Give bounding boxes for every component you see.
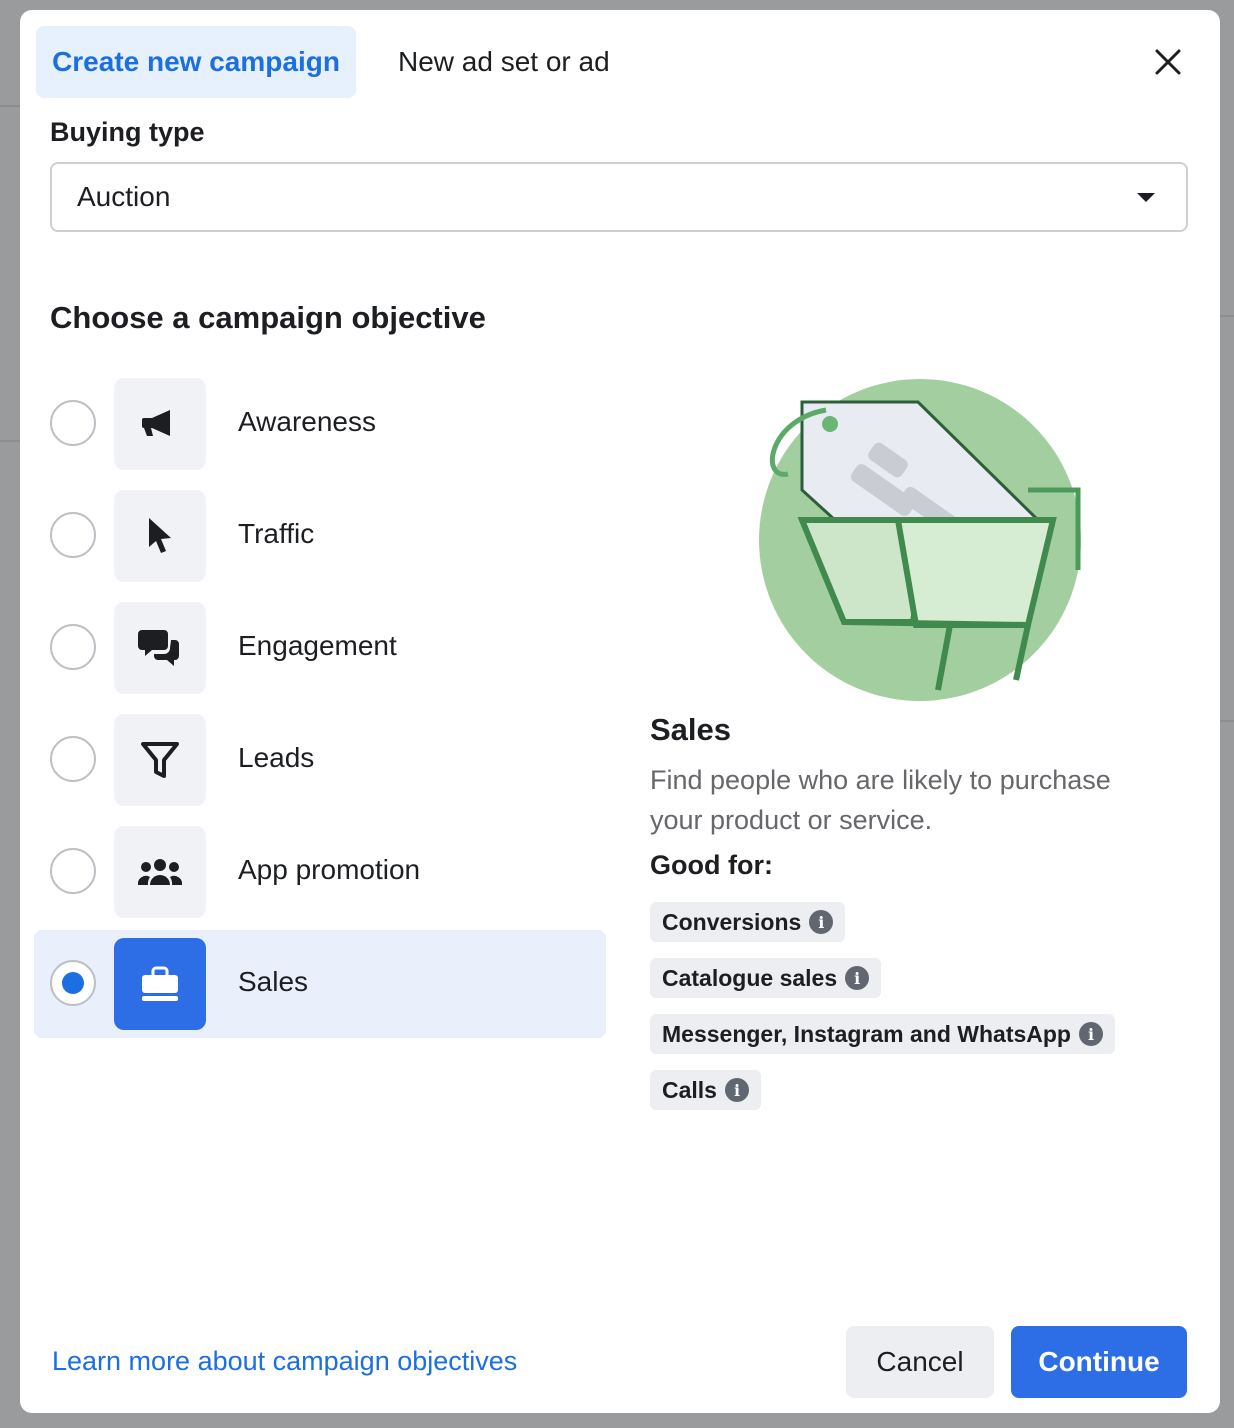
radio-engagement[interactable] — [50, 624, 96, 670]
info-icon[interactable]: i — [724, 1078, 749, 1102]
tab-new-ad-set-or-ad[interactable]: New ad set or ad — [380, 26, 638, 98]
good-for-label: Good for: — [650, 850, 773, 880]
info-icon[interactable]: i — [809, 910, 834, 934]
caret-down-icon — [1137, 193, 1155, 202]
cancel-button[interactable]: Cancel — [846, 1326, 994, 1398]
radio-sales[interactable] — [50, 960, 96, 1006]
objective-label: App promotion — [238, 854, 421, 885]
sales-illustration — [759, 379, 1081, 701]
info-icon[interactable]: i — [1078, 1022, 1103, 1046]
chip-label: Catalogue sales — [662, 964, 838, 991]
good-for-chip: Conversions i — [650, 902, 846, 942]
objective-detail-description: Find people who are likely to purchase y… — [650, 765, 1111, 835]
chat-bubbles-icon — [114, 602, 206, 694]
objective-label: Engagement — [238, 630, 397, 661]
background-divider — [1220, 720, 1234, 722]
background-divider — [1220, 315, 1234, 317]
people-icon — [114, 826, 206, 918]
objective-option-awareness[interactable]: Awareness — [34, 370, 606, 478]
good-for-chip: Catalogue sales i — [650, 958, 882, 998]
objective-label: Leads — [238, 742, 315, 773]
buying-type-value: Auction — [77, 181, 171, 212]
objective-option-engagement[interactable]: Engagement — [34, 594, 606, 702]
continue-button[interactable]: Continue — [1011, 1326, 1187, 1398]
learn-more-link[interactable]: Learn more about campaign objectives — [52, 1346, 517, 1377]
objective-detail-title: Sales — [650, 712, 732, 747]
objective-label: Sales — [238, 966, 309, 997]
buying-type-label: Buying type — [50, 117, 205, 147]
buying-type-select[interactable]: Auction — [50, 162, 1188, 232]
chip-label: Conversions — [662, 908, 802, 935]
objective-label: Traffic — [238, 518, 315, 549]
close-button[interactable] — [1146, 40, 1190, 84]
objective-option-leads[interactable]: Leads — [34, 706, 606, 814]
objective-label: Awareness — [238, 406, 377, 437]
objective-heading: Choose a campaign objective — [50, 300, 486, 335]
radio-leads[interactable] — [50, 736, 96, 782]
good-for-chip: Messenger, Instagram and WhatsApp i — [650, 1014, 1115, 1054]
chip-label: Calls — [662, 1076, 717, 1103]
funnel-icon — [114, 714, 206, 806]
tab-create-new-campaign[interactable]: Create new campaign — [36, 26, 356, 98]
megaphone-icon — [114, 378, 206, 470]
objective-option-app-promotion[interactable]: App promotion — [34, 818, 606, 926]
info-icon[interactable]: i — [845, 966, 870, 990]
radio-awareness[interactable] — [50, 400, 96, 446]
chip-label: Messenger, Instagram and WhatsApp — [662, 1020, 1071, 1047]
cursor-icon — [114, 490, 206, 582]
objective-option-sales[interactable]: Sales — [34, 930, 606, 1038]
background-divider — [0, 105, 20, 107]
create-campaign-dialog: Create new campaign New ad set or ad Buy… — [20, 10, 1220, 1413]
radio-traffic[interactable] — [50, 512, 96, 558]
objective-option-traffic[interactable]: Traffic — [34, 482, 606, 590]
shopping-bag-icon — [114, 938, 206, 1030]
background-divider — [0, 440, 20, 442]
radio-app-promotion[interactable] — [50, 848, 96, 894]
close-icon — [1155, 49, 1181, 75]
good-for-chip: Calls i — [650, 1070, 761, 1110]
